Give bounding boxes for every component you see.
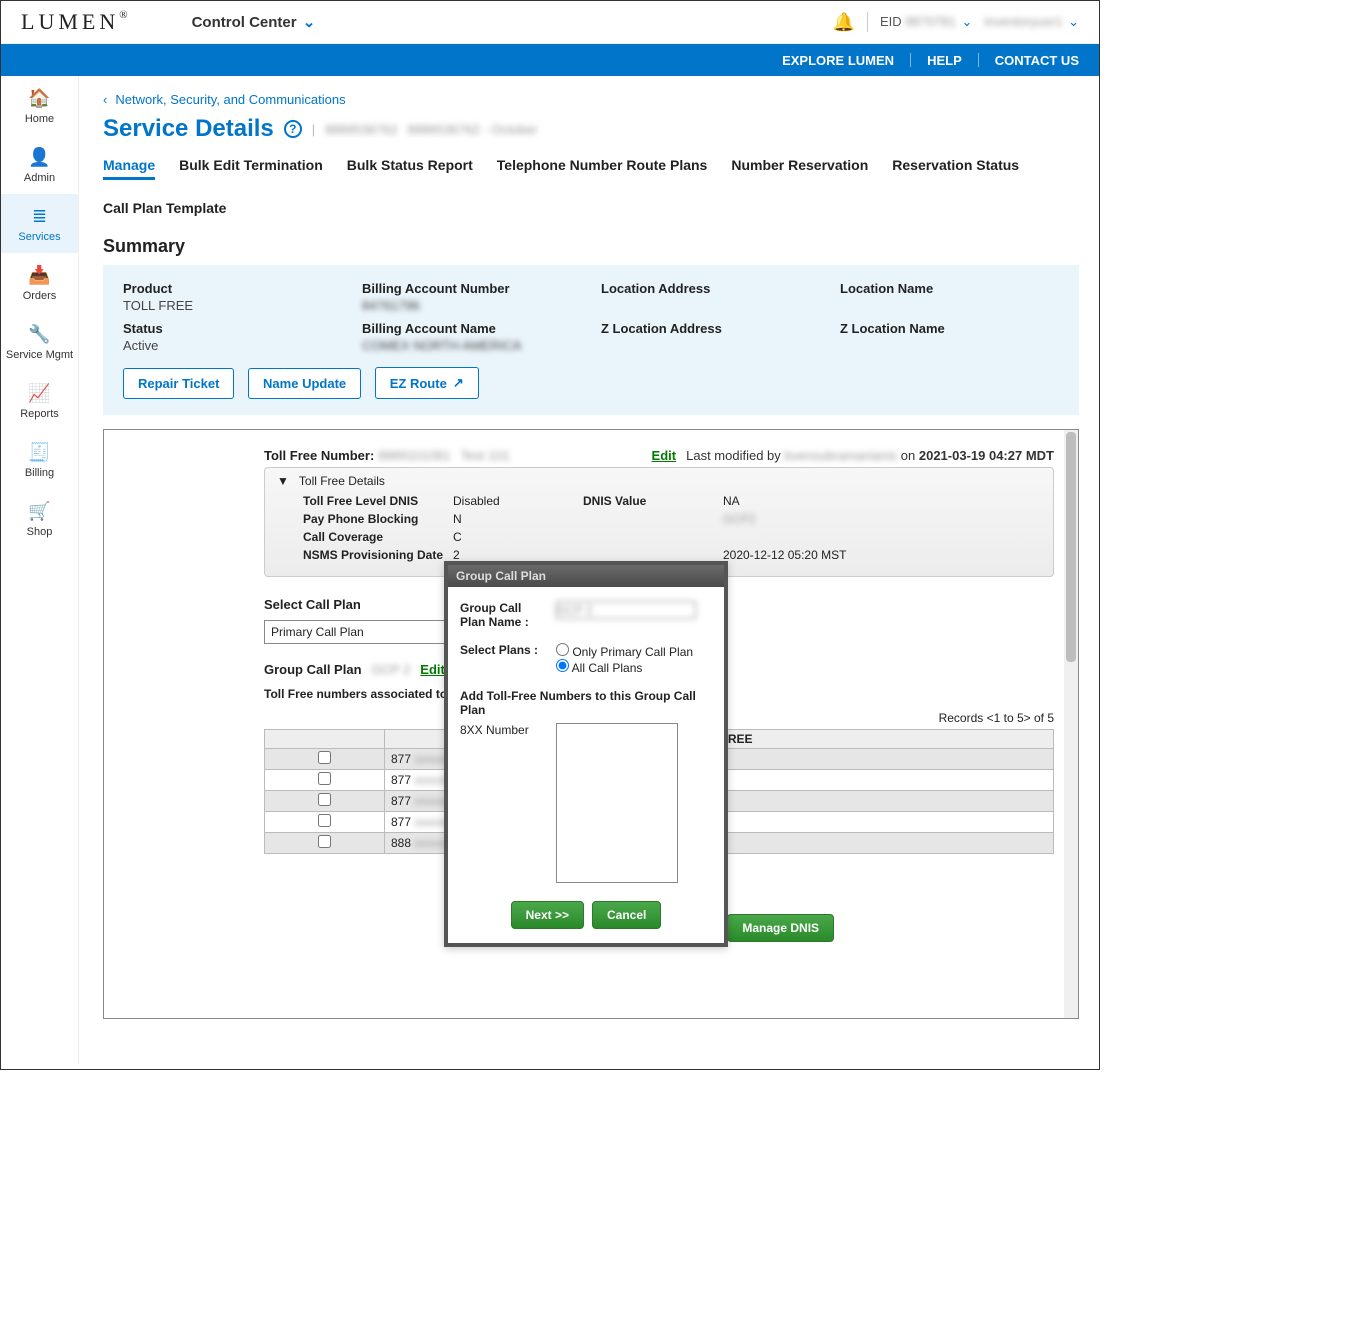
control-center-dropdown[interactable]: Control Center ⌄	[192, 13, 316, 31]
row-checkbox[interactable]	[318, 772, 331, 785]
nav-icon: 👤	[5, 147, 74, 168]
summary-panel: ProductTOLL FREE Billing Account Number8…	[103, 265, 1079, 415]
tab-reservation-status[interactable]: Reservation Status	[892, 157, 1019, 180]
manage-dnis-button[interactable]: Manage DNIS	[727, 914, 834, 942]
logo: LUMEN®	[21, 9, 132, 35]
top-bar: LUMEN® Control Center ⌄ 🔔 EID 8870781 ⌄ …	[1, 1, 1099, 44]
sidebar-item-services[interactable]: ≣Services	[1, 194, 78, 253]
sidebar-item-home[interactable]: 🏠Home	[1, 76, 78, 135]
collapse-toggle-icon[interactable]: ▼	[277, 474, 289, 488]
nav-icon: 🔧	[5, 324, 74, 345]
edit-toll-free-link[interactable]: Edit	[652, 448, 677, 463]
8xx-number-textarea[interactable]	[556, 723, 678, 883]
page-meta: 8889536762 - October	[407, 122, 537, 137]
nav-icon: 📥	[5, 265, 74, 286]
help-icon[interactable]: ?	[284, 120, 302, 138]
sidebar-item-reports[interactable]: 📈Reports	[1, 371, 78, 430]
nav-icon: 🧾	[5, 442, 74, 463]
nav-icon: 🛒	[5, 501, 74, 522]
chevron-down-icon: ⌄	[303, 14, 316, 31]
cancel-button[interactable]: Cancel	[592, 901, 661, 929]
chevron-down-icon: ⌄	[962, 14, 973, 29]
eid-dropdown[interactable]: EID 8870781 ⌄	[880, 14, 972, 30]
secondary-nav: EXPLORE LUMEN HELP CONTACT US	[1, 44, 1099, 76]
row-checkbox[interactable]	[318, 835, 331, 848]
tab-bar: Manage Bulk Edit Termination Bulk Status R…	[103, 157, 1079, 220]
sidebar-item-service-mgmt[interactable]: 🔧Service Mgmt	[1, 312, 78, 371]
chevron-down-icon: ⌄	[1068, 14, 1079, 29]
repair-ticket-button[interactable]: Repair Ticket	[123, 368, 234, 399]
tab-call-plan-template[interactable]: Call Plan Template	[103, 200, 226, 220]
toll-free-number-label: Toll Free Number:	[264, 448, 374, 463]
gcp-name-label: Group Call Plan Name :	[460, 601, 548, 629]
sidebar: 🏠Home👤Admin≣Services📥Orders🔧Service Mgmt…	[1, 76, 79, 1064]
tab-bulk-status-report[interactable]: Bulk Status Report	[347, 157, 473, 180]
ez-route-button[interactable]: EZ Route↗	[375, 367, 479, 399]
scrollbar[interactable]	[1064, 430, 1078, 1018]
page-title: Service Details	[103, 115, 274, 143]
name-update-button[interactable]: Name Update	[248, 368, 361, 399]
contact-us-link[interactable]: CONTACT US	[995, 53, 1079, 68]
add-numbers-heading: Add Toll-Free Numbers to this Group Call…	[460, 689, 712, 717]
edit-group-call-plan-link[interactable]: Edit	[420, 662, 445, 677]
group-call-plan-label: Group Call Plan	[264, 662, 362, 677]
back-icon: ‹	[103, 92, 107, 107]
tab-number-reservation[interactable]: Number Reservation	[731, 157, 868, 180]
sidebar-item-billing[interactable]: 🧾Billing	[1, 430, 78, 489]
bell-icon[interactable]: 🔔	[833, 12, 855, 33]
next-button[interactable]: Next >>	[511, 901, 584, 929]
page-meta: 8889536762	[325, 122, 397, 137]
nav-icon: 🏠	[5, 88, 74, 109]
row-checkbox[interactable]	[318, 814, 331, 827]
breadcrumb[interactable]: ‹ Network, Security, and Communications	[103, 92, 1079, 107]
tab-telephone-number-route-plans[interactable]: Telephone Number Route Plans	[497, 157, 708, 180]
divider	[867, 12, 868, 32]
summary-title: Summary	[103, 236, 1079, 257]
gcp-name-input[interactable]	[556, 601, 696, 619]
explore-lumen-link[interactable]: EXPLORE LUMEN	[782, 53, 894, 68]
sidebar-item-shop[interactable]: 🛒Shop	[1, 489, 78, 548]
nav-icon: 📈	[5, 383, 74, 404]
select-plans-label: Select Plans :	[460, 643, 548, 675]
group-call-plan-modal: Group Call Plan Group Call Plan Name : S…	[444, 561, 728, 947]
nav-icon: ≣	[5, 206, 74, 227]
row-checkbox[interactable]	[318, 793, 331, 806]
user-dropdown[interactable]: inventoryusr1 ⌄	[984, 14, 1079, 30]
sidebar-item-orders[interactable]: 📥Orders	[1, 253, 78, 312]
tab-bulk-edit-termination[interactable]: Bulk Edit Termination	[179, 157, 323, 180]
sidebar-item-admin[interactable]: 👤Admin	[1, 135, 78, 194]
8xx-number-label: 8XX Number	[460, 723, 548, 883]
modal-title: Group Call Plan	[448, 565, 724, 587]
help-link[interactable]: HELP	[927, 53, 962, 68]
tab-manage[interactable]: Manage	[103, 157, 155, 180]
row-checkbox[interactable]	[318, 751, 331, 764]
external-link-icon: ↗	[453, 375, 464, 391]
all-call-plans-radio[interactable]: All Call Plans	[556, 659, 693, 675]
only-primary-radio[interactable]: Only Primary Call Plan	[556, 643, 693, 659]
